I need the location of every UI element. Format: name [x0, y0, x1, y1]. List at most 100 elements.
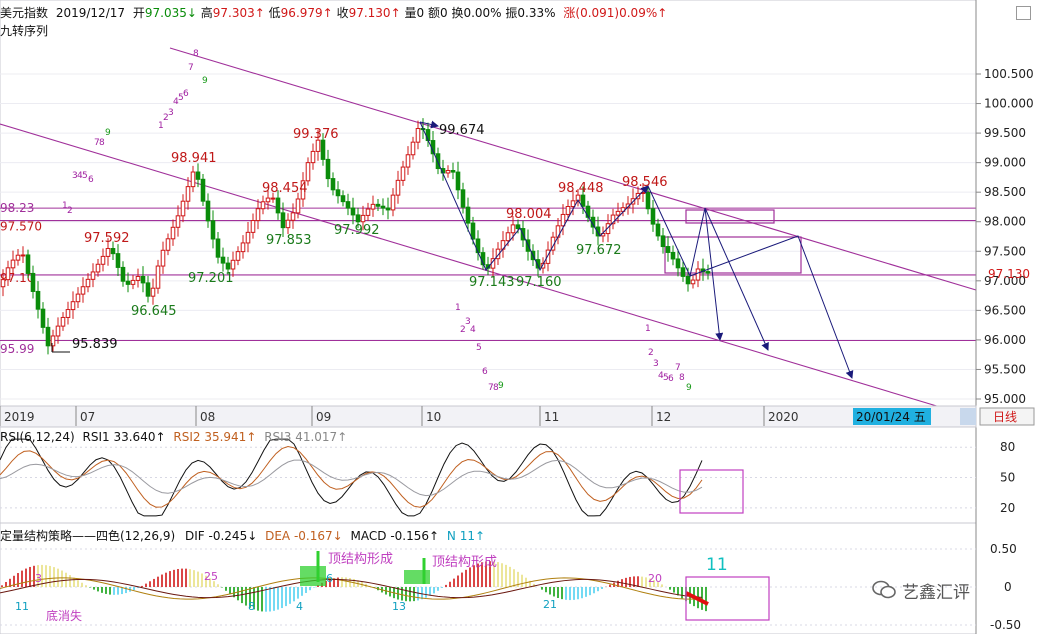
- candle-body: [370, 203, 376, 210]
- td-count: 1: [645, 324, 651, 334]
- candle-body: [270, 197, 276, 200]
- swing-label: 99.674: [439, 123, 485, 138]
- top-structure-label: 顶结构形成: [328, 552, 393, 567]
- rsi3-value: 41.017: [295, 430, 338, 444]
- td-count: 6: [88, 175, 94, 185]
- price-axis: 100.500 100.000 99.500 99.000 98.500 98.000 97…: [975, 0, 1034, 634]
- candle-body: [660, 235, 666, 248]
- swing-label: 97.201: [188, 271, 234, 286]
- dif-value: -0.245: [208, 529, 248, 543]
- price-tick-label: 99.500: [984, 126, 1026, 140]
- candle-body: [690, 279, 696, 285]
- watermark: 艺鑫汇评: [872, 578, 970, 603]
- dea-label: DEA: [265, 529, 291, 543]
- date-scroll-handle: [960, 408, 976, 425]
- volume-label: 量: [404, 6, 417, 20]
- amplitude-label: 振: [505, 6, 518, 20]
- candle-body: [155, 265, 161, 289]
- candle-body: [450, 170, 456, 173]
- panel-settings-button[interactable]: [1016, 6, 1031, 20]
- candle-body: [65, 309, 71, 318]
- low-arrow: ↑: [322, 6, 333, 20]
- swing-label: 97.592: [84, 231, 130, 246]
- high-value: 97.303: [212, 6, 255, 20]
- rsi-tick-label: 50: [1000, 471, 1015, 485]
- macd-header: 定量结构策略——四色(12,26,9) DIF -0.245↓ DEA -0.1…: [0, 527, 485, 544]
- macd-tick-label: -0.50: [990, 618, 1021, 632]
- td-count: 5: [82, 171, 88, 181]
- structure-count: 8: [248, 600, 255, 613]
- level-label: 98.23: [0, 201, 34, 215]
- candle-body: [200, 178, 206, 202]
- candle-body: [380, 205, 386, 209]
- candle-body: [285, 219, 291, 229]
- candle-body: [560, 213, 566, 227]
- candle-body: [205, 200, 211, 222]
- candle-body: [130, 279, 136, 285]
- candle-body: [30, 272, 36, 292]
- date-tick-label: 07: [80, 410, 95, 424]
- bottom-structure-label: 底消失: [46, 608, 82, 623]
- open-value: 97.035: [144, 6, 187, 20]
- candle-body: [70, 301, 76, 311]
- rsi3-arrow: ↑: [337, 430, 348, 444]
- high-arrow: ↑: [254, 6, 265, 20]
- candle-body: [90, 271, 96, 280]
- candle-body: [260, 201, 266, 210]
- swing-label: 97.143: [469, 275, 515, 290]
- candle-body: [195, 171, 201, 180]
- candle-body: [460, 189, 466, 208]
- td-count: 6: [183, 89, 189, 99]
- candle-body: [310, 150, 316, 164]
- candle-body: [290, 212, 296, 221]
- candle-body: [80, 286, 86, 295]
- candle-body: [110, 248, 116, 255]
- indicator-title: 九转序列: [0, 24, 49, 38]
- macd-highlight: [404, 570, 430, 584]
- swing-label: 97.160: [516, 275, 562, 290]
- candle-body: [25, 254, 31, 274]
- td-count: 7: [675, 363, 681, 373]
- open-label: 开: [132, 6, 145, 20]
- change-pct: 0.09%: [619, 6, 658, 20]
- candle-body: [570, 200, 576, 207]
- candle-body: [580, 194, 586, 207]
- candle-body: [10, 259, 16, 269]
- change-arrow: ↑: [657, 6, 668, 20]
- td-count: 9: [686, 383, 692, 393]
- low-value: 96.979: [280, 6, 323, 20]
- candle-body: [185, 186, 191, 202]
- price-tick-label: 96.500: [984, 303, 1026, 317]
- swing-label: 98.941: [171, 151, 217, 166]
- candle-body: [330, 178, 336, 191]
- dea-value: -0.167: [293, 529, 333, 543]
- candle-body: [160, 249, 166, 267]
- price-tick-label: 98.500: [984, 185, 1026, 199]
- candle-body: [510, 224, 516, 234]
- candle-body: [410, 141, 416, 156]
- candle-body: [320, 139, 326, 160]
- td-count: 2: [67, 206, 73, 216]
- macd-tick-label: 0.50: [990, 542, 1017, 556]
- candle-body: [295, 198, 301, 214]
- swing-label: 98.454: [262, 181, 308, 196]
- amount-label: 额: [427, 6, 440, 20]
- rsi1-label: RSI1: [82, 430, 110, 444]
- candle-body: [75, 293, 81, 303]
- td-count: 3: [653, 359, 659, 369]
- swing-label: 95.839: [72, 337, 118, 352]
- candle-body: [250, 220, 256, 233]
- swing-label: 97.992: [334, 223, 380, 238]
- candle-body: [615, 210, 621, 216]
- macd-value: -0.156: [390, 529, 430, 543]
- rsi-header: RSI(6,12,24) RSI1 33.640↑ RSI2 35.941↑ R…: [0, 430, 347, 444]
- candle-body: [115, 253, 121, 268]
- period-label: 日线: [993, 410, 1017, 424]
- td-count: 3: [168, 108, 174, 118]
- close-arrow: ↑: [390, 6, 401, 20]
- macd-name: 定量结构策略——四色(12,26,9): [0, 529, 176, 543]
- candle-body: [305, 162, 311, 182]
- candle-body: [0, 279, 6, 288]
- candle-body: [280, 212, 286, 229]
- candle-body: [225, 262, 231, 270]
